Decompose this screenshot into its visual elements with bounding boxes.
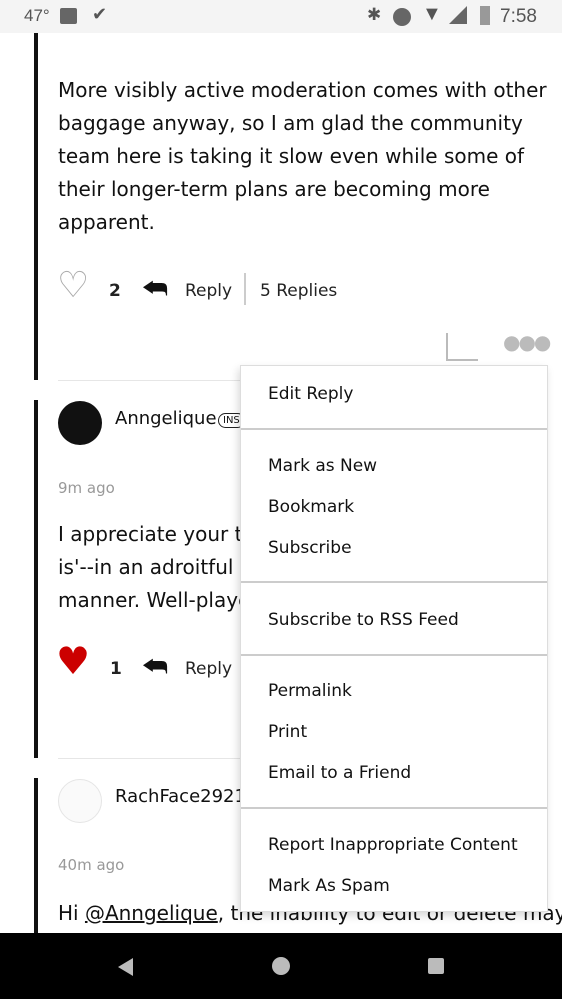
text-line: their longer-term plans are becoming mor… (58, 177, 490, 201)
do-not-disturb-icon (393, 8, 411, 26)
text-line: I appreciate your t (58, 522, 243, 546)
text-line: is'--in an adroitful (58, 555, 234, 579)
checklist-icon: ✔ (92, 4, 108, 24)
replies-link[interactable]: 5 Replies (260, 281, 337, 301)
temperature: 47° (24, 6, 50, 25)
share-icon[interactable] (446, 333, 478, 361)
reply-button[interactable]: Reply (185, 659, 232, 679)
navigation-bar (0, 933, 562, 999)
post-body: I appreciate your t is'--in an adroitful… (58, 518, 250, 617)
menu-item-email-friend[interactable]: Email to a Friend (268, 763, 411, 783)
menu-item-mark-as-new[interactable]: Mark as New (268, 456, 377, 476)
avatar[interactable] (58, 779, 102, 823)
menu-item-mark-spam[interactable]: Mark As Spam (268, 876, 390, 896)
author-name[interactable]: Anngelique (115, 408, 217, 429)
bluetooth-icon: ✱ (367, 5, 382, 24)
menu-item-rss[interactable]: Subscribe to RSS Feed (268, 610, 459, 630)
menu-item-bookmark[interactable]: Bookmark (268, 497, 354, 517)
menu-item-subscribe[interactable]: Subscribe (268, 538, 352, 558)
timestamp: 9m ago (58, 479, 115, 497)
divider (58, 758, 258, 759)
thread-line (34, 33, 38, 380)
menu-item-report[interactable]: Report Inappropriate Content (268, 835, 518, 855)
post-body: More visibly active moderation comes wit… (58, 74, 547, 239)
reply-arrow-icon[interactable]: ⮪ (142, 272, 168, 306)
avatar[interactable] (58, 401, 102, 445)
timestamp: 40m ago (58, 856, 125, 874)
text-line: team here is taking it slow even while s… (58, 144, 525, 168)
text-line: baggage anyway, so I am glad the communi… (58, 111, 523, 135)
status-bar: 47° ✔ ✱ ▼ 7:58 (0, 0, 562, 33)
liked-heart-icon[interactable]: ♥ (56, 642, 90, 680)
wifi-icon: ▼ (422, 3, 442, 25)
text: Hi (58, 901, 85, 925)
divider (241, 807, 547, 809)
like-count: 2 (109, 281, 121, 301)
divider (58, 380, 258, 381)
like-heart-icon[interactable]: ♡ (57, 268, 89, 304)
menu-item-edit-reply[interactable]: Edit Reply (268, 384, 353, 404)
clock: 7:58 (500, 6, 537, 27)
options-menu: Edit Reply Mark as New Bookmark Subscrib… (240, 365, 548, 912)
text-line: apparent. (58, 210, 155, 234)
divider (241, 581, 547, 583)
author-name[interactable]: RachFace2921 (115, 786, 246, 807)
divider (241, 654, 547, 656)
divider (241, 428, 547, 430)
more-options-icon[interactable]: ●●● (503, 330, 551, 354)
menu-item-permalink[interactable]: Permalink (268, 681, 352, 701)
reply-arrow-icon[interactable]: ⮪ (142, 650, 168, 684)
recents-icon[interactable] (428, 958, 444, 974)
divider (244, 273, 246, 305)
battery-charging-icon (480, 6, 490, 25)
thread-line (34, 778, 38, 933)
like-count: 1 (110, 659, 122, 679)
menu-item-print[interactable]: Print (268, 722, 307, 742)
thread-line (34, 400, 38, 758)
text-line: manner. Well-playe (58, 588, 251, 612)
text-line: More visibly active moderation comes wit… (58, 78, 547, 102)
mention-link[interactable]: @Anngelique (85, 901, 218, 925)
signal-icon (449, 6, 467, 24)
home-icon[interactable] (272, 957, 290, 975)
image-icon (60, 8, 77, 24)
reply-button[interactable]: Reply (185, 281, 232, 301)
back-icon[interactable] (118, 958, 133, 976)
